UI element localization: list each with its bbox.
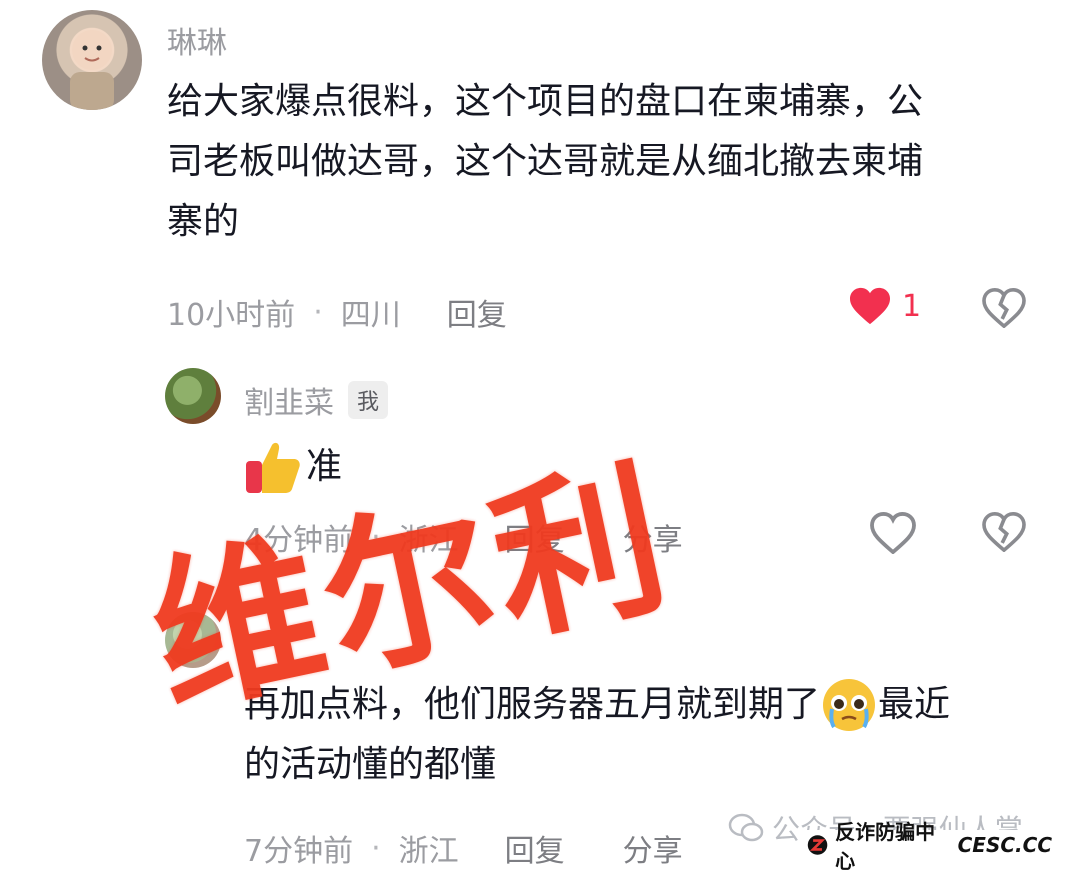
badge-text: 反诈防骗中心 xyxy=(835,820,936,873)
badge-site: CESC.CC xyxy=(957,833,1052,857)
like-button[interactable]: 1 xyxy=(848,286,921,326)
wechat-icon xyxy=(728,813,764,842)
like-button[interactable] xyxy=(870,511,916,558)
comment-username[interactable]: 琳琳 xyxy=(167,18,227,62)
share-button[interactable]: 分享 xyxy=(623,826,683,870)
comment-header: 割韭菜 我 xyxy=(244,378,389,422)
broken-heart-icon xyxy=(982,287,1026,329)
me-badge: 我 xyxy=(348,381,389,419)
like-count: 1 xyxy=(902,288,922,324)
anti-fraud-logo-icon xyxy=(807,835,828,855)
comment-line: 寨的 xyxy=(167,201,240,242)
meta-separator: · xyxy=(371,830,381,866)
anti-fraud-badge: 反诈防骗中心 CESC.CC xyxy=(800,820,1052,873)
comment-meta: 7分钟前 · 浙江 回复 分享 xyxy=(244,826,683,870)
dislike-button[interactable] xyxy=(982,287,1026,332)
comment-location: 四川 xyxy=(340,298,401,333)
heart-filled-icon xyxy=(850,287,890,325)
comment-username[interactable]: 割韭菜 xyxy=(244,378,334,422)
pleading-face-emoji-icon xyxy=(823,679,876,731)
comment-time: 10小时前 xyxy=(167,298,296,333)
comment-line: 给大家爆点很料，这个项目的盘口在柬埔寨，公 xyxy=(167,81,924,122)
dislike-button[interactable] xyxy=(982,511,1026,556)
heart-outline-icon xyxy=(870,511,916,555)
avatar-gejiucai[interactable] xyxy=(165,368,221,424)
comment-line-text: 最近 xyxy=(878,684,951,725)
comment-time: 7分钟前 xyxy=(244,834,354,869)
reply-button[interactable]: 回复 xyxy=(505,826,565,870)
reply-button[interactable]: 回复 xyxy=(447,290,507,334)
comment-location: 浙江 xyxy=(398,834,459,869)
comment-line: 的活动懂的都懂 xyxy=(244,744,497,785)
baby-avatar-image xyxy=(70,30,114,110)
avatar-linlin[interactable] xyxy=(42,10,142,110)
comment-line: 司老板叫做达哥，这个达哥就是从缅北撤去柬埔 xyxy=(167,141,924,182)
meta-separator: · xyxy=(313,294,323,330)
comment-meta: 10小时前 · 四川 回复 xyxy=(167,290,507,334)
broken-heart-icon xyxy=(982,511,1026,553)
comment-text: 给大家爆点很料，这个项目的盘口在柬埔寨，公 司老板叫做达哥，这个达哥就是从缅北撤… xyxy=(167,72,1047,252)
